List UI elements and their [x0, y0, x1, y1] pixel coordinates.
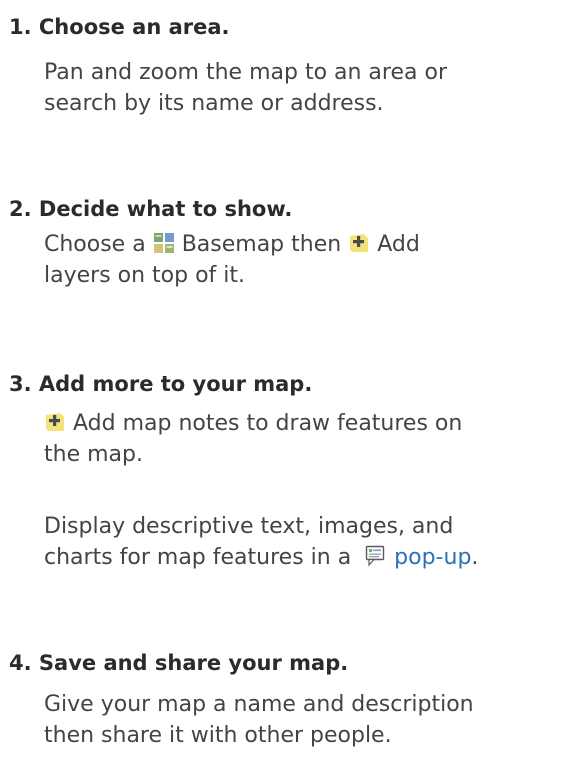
step-2-text-choose: Choose a — [44, 232, 153, 257]
step-4-title: 4. Save and share your map. — [9, 651, 349, 675]
basemap-label[interactable]: Basemap — [182, 232, 284, 257]
step-1-line-1: Pan and zoom the map to an area or — [44, 60, 447, 85]
popup-sentence-text: charts for map features in a — [44, 545, 359, 570]
add-label[interactable]: Add — [377, 232, 420, 257]
step-4-line-2: then share it with other people. — [44, 723, 392, 748]
popup-icon[interactable] — [365, 545, 387, 567]
popup-link[interactable]: pop-up — [394, 545, 471, 570]
step-4-line-1: Give your map a name and description — [44, 692, 474, 717]
add-map-notes-icon[interactable] — [44, 411, 66, 433]
add-map-notes-text: Add map notes to draw features on — [73, 411, 463, 436]
step-3-p1-line-2: the map. — [44, 442, 143, 467]
step-1-description: Pan and zoom the map to an area or searc… — [44, 57, 569, 119]
step-2-title: 2. Decide what to show. — [9, 197, 293, 221]
step-4-description: Give your map a name and description the… — [44, 689, 569, 751]
popup-period: . — [471, 545, 479, 570]
step-2-line-1: Choose a Basemap then Add — [44, 229, 569, 260]
basemap-grid-icon[interactable] — [153, 232, 175, 254]
step-3-paragraph-1: Add map notes to draw features on the ma… — [44, 408, 569, 470]
step-2-text-then: then — [284, 232, 349, 257]
step-3-title: 3. Add more to your map. — [9, 372, 313, 396]
step-2-line-2: layers on top of it. — [44, 263, 246, 288]
step-3-p2-line-2: charts for map features in a pop-up. — [44, 542, 569, 573]
step-3-p1-line-1: Add map notes to draw features on — [44, 408, 569, 439]
step-2-description: Choose a Basemap then Add layers on top — [44, 229, 569, 291]
step-3-paragraph-2: Display descriptive text, images, and ch… — [44, 511, 569, 573]
step-3-p2-line-1: Display descriptive text, images, and — [44, 514, 454, 539]
add-layer-icon[interactable] — [348, 232, 370, 254]
step-1-title: 1. Choose an area. — [9, 15, 230, 39]
step-1-line-2: search by its name or address. — [44, 91, 384, 116]
